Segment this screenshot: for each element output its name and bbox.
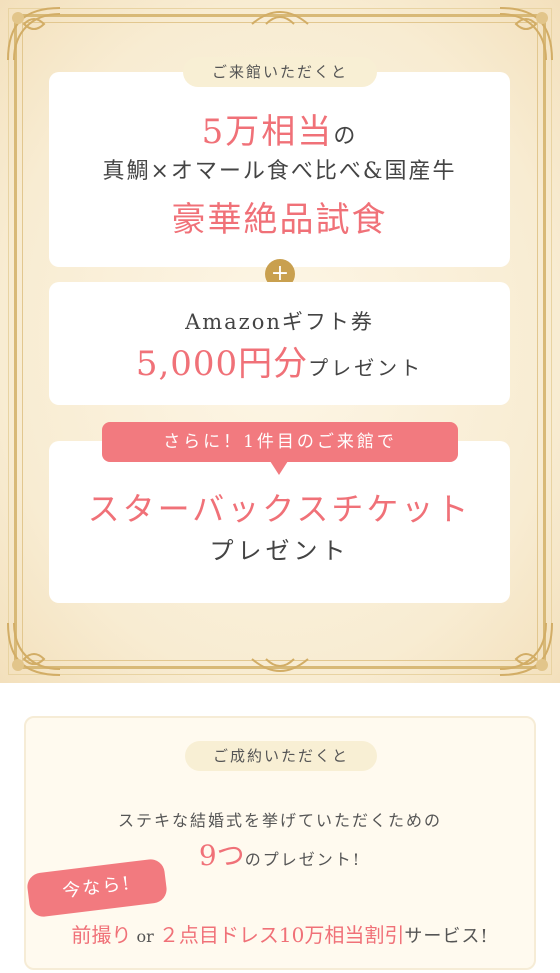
gift-amount-line: 5,000円分プレゼント [49,340,510,394]
offer-or: or [136,927,154,946]
gift-amount: 5,000円分 [135,344,309,384]
present-count-suffix: のプレゼント! [244,850,362,869]
offer-dress-discount: ２点目ドレス10万相当割引 [158,923,405,947]
tasting-title: 豪華絶品試食 [171,200,388,240]
contract-pill: ご成約いただくと [185,741,377,771]
tasting-menu-line: 真鯛×オマール食べ比べ&国産牛 [102,159,457,184]
offer-line: 前撮り or ２点目ドレス10万相当割引サービス! [24,918,536,954]
value-highlight: 5万相当 [201,112,334,152]
tasting-value-line: 5万相当の [49,110,510,160]
contract-line1: ステキな結婚式を挙げていただくための [117,811,442,830]
gift-title: Amazonギフト券 [185,310,374,334]
ornament-icon [7,622,61,676]
ornament-icon [7,7,61,61]
crown-ornament-icon [251,658,309,672]
value-suffix: の [333,124,358,149]
visit-pill: ご来館いただくと [183,57,377,87]
gift-suffix: プレゼント [308,356,424,380]
offer-photo: 前撮り [71,923,132,947]
ornament-icon [499,7,553,61]
visit-tasting-card: 5万相当の 真鯛×オマール食べ比べ&国産牛 豪華絶品試食 [49,72,510,267]
starbucks-title: スターバックスチケット [87,490,472,528]
present-count: 9つ [198,839,245,872]
banner-pointer [270,461,288,475]
page: 5万相当の 真鯛×オマール食べ比べ&国産牛 豪華絶品試食 ご来館いただくと + … [0,0,560,973]
starbucks-suffix: プレゼント [209,537,350,565]
offer-suffix: サービス! [404,926,489,947]
ornament-icon [499,622,553,676]
first-visit-banner: さらに！1件目のご来館で [102,422,458,462]
amazon-gift-card: Amazonギフト券 5,000円分プレゼント [49,282,510,405]
crown-ornament-icon [251,11,309,25]
